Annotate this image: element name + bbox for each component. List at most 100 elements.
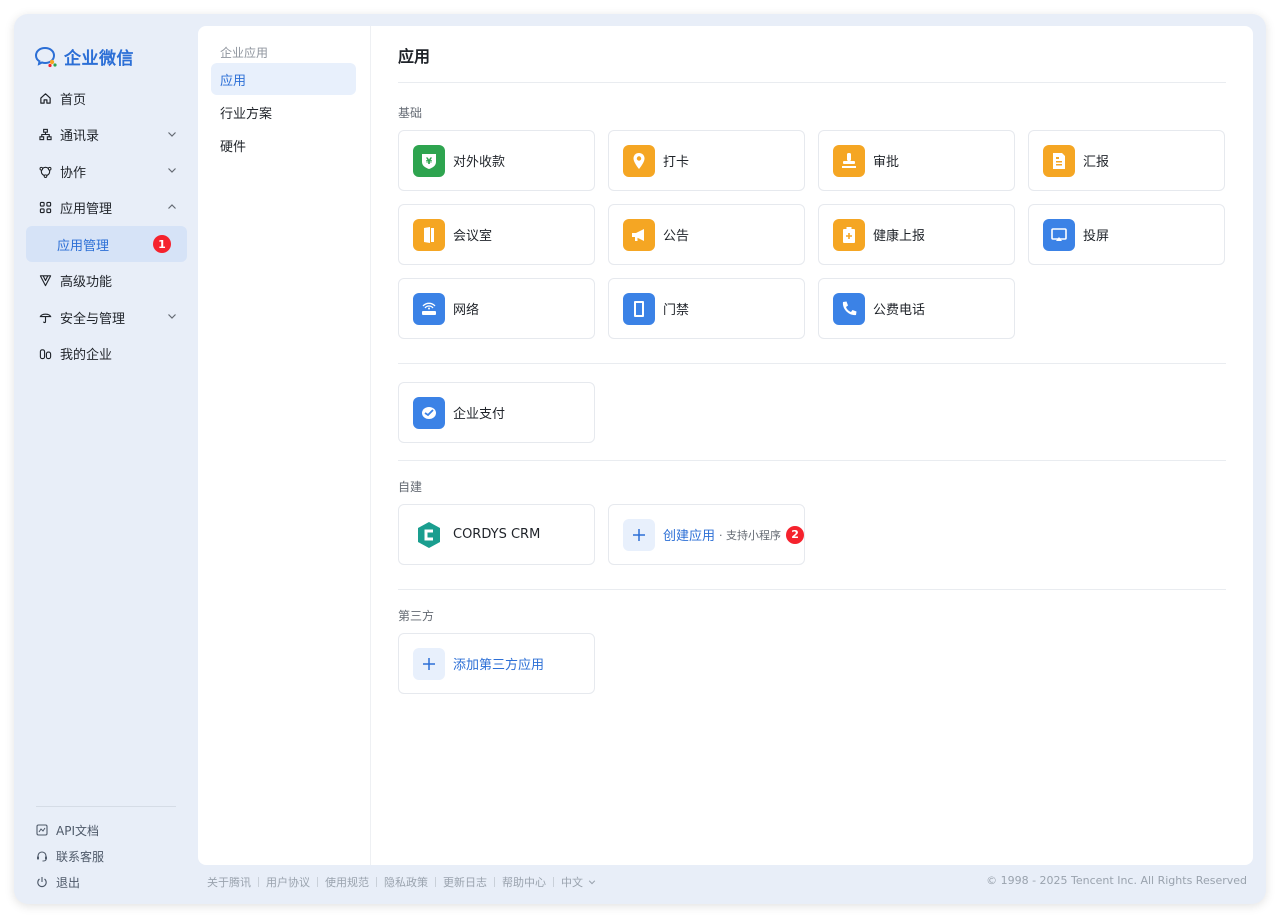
app-card-label: 汇报 [1083,155,1110,170]
footer-links: 关于腾讯 用户协议 使用规范 隐私政策 更新日志 帮助中心 中文 [207,874,596,890]
app-card-access-control[interactable]: 门禁 [608,278,805,339]
divider [398,460,1226,461]
collaboration-icon [38,164,52,178]
app-card-label: 门禁 [663,303,690,318]
subnav-item-apps[interactable]: 应用 [211,63,356,95]
apps-grid-icon [38,201,52,215]
sidebar-item-security[interactable]: 安全与管理 [26,299,187,335]
plus-icon [623,518,655,551]
app-card-label: CORDYS CRM [453,527,541,542]
router-icon [413,292,445,325]
payment-shield-icon: ¥ [413,144,445,177]
app-card-label: 会议室 [453,229,493,244]
footer-link-usage-rules[interactable]: 使用规范 [325,874,369,890]
door-icon [413,218,445,251]
app-card-label: 打卡 [663,155,690,170]
divider [398,82,1226,83]
sidebar-item-label: 应用管理 [57,238,110,254]
sidebar-item-label: 我的企业 [60,348,113,363]
contact-support-label: 联系客服 [56,849,105,864]
app-card-label: 健康上报 [873,229,926,244]
api-doc-label: API文档 [56,823,99,838]
footer-link-privacy[interactable]: 隐私政策 [384,874,428,890]
main-panel: 企业应用 应用 行业方案 硬件 应用 基础 ¥ 对外收款 打卡 审批 汇报 会议… [198,26,1253,865]
section-label-basic: 基础 [398,106,423,120]
sidebar-item-home[interactable]: 首页 [26,80,187,116]
app-card-report[interactable]: 汇报 [1028,130,1225,191]
subnav-item-hardware[interactable]: 硬件 [211,129,356,161]
sidebar-item-collaboration[interactable]: 协作 [26,153,187,189]
sidebar-nav: 首页 通讯录 协作 应用管理 应用管理 1 高级功能 安全与管理 我的企业 [26,80,187,372]
api-doc-icon [36,824,48,836]
app-card-check-in[interactable]: 打卡 [608,130,805,191]
app-card-screencast[interactable]: 投屏 [1028,204,1225,265]
app-card-enterprise-payment[interactable]: 企业支付 [398,382,595,443]
notification-badge: 2 [786,525,805,544]
add-third-party-app-button[interactable]: 添加第三方应用 [398,633,595,694]
notification-badge: 1 [153,235,171,253]
org-chart-icon [38,128,52,142]
footer-link-help-center[interactable]: 帮助中心 [502,874,546,890]
app-card-approval[interactable]: 审批 [818,130,1015,191]
logout-link[interactable]: 退出 [36,869,176,895]
sidebar: 企业微信 首页 通讯录 协作 应用管理 应用管理 1 高级功能 安全与管理 我的… [14,14,198,904]
chevron-down-icon [168,131,176,137]
chevron-down-icon [168,314,176,319]
sidebar-item-label: 应用管理 [60,202,113,217]
advanced-icon [38,274,52,288]
sidebar-item-label: 首页 [60,92,87,108]
access-door-icon [623,292,655,325]
app-card-health-report[interactable]: 健康上报 [818,204,1015,265]
contact-support-link[interactable]: 联系客服 [36,843,176,869]
footer-link-about[interactable]: 关于腾讯 [207,874,251,890]
footer: 关于腾讯 用户协议 使用规范 隐私政策 更新日志 帮助中心 中文 © 1998 … [207,874,1247,890]
app-card-network[interactable]: 网络 [398,278,595,339]
wecom-logo-icon [34,46,57,67]
app-card-external-payment[interactable]: ¥ 对外收款 [398,130,595,191]
app-card-meeting-room[interactable]: 会议室 [398,204,595,265]
app-card-business-phone[interactable]: 公费电话 [818,278,1015,339]
sidebar-item-app-management[interactable]: 应用管理 [26,190,187,226]
subnav-item-industry-solutions[interactable]: 行业方案 [211,96,356,128]
megaphone-icon [623,218,655,251]
sidebar-item-label: 高级功能 [60,275,113,290]
report-icon [1043,144,1075,177]
location-pin-icon [623,144,655,177]
footer-link-changelog[interactable]: 更新日志 [443,874,487,890]
chevron-down-icon [168,168,176,173]
app-card-announcement[interactable]: 公告 [608,204,805,265]
brand-name: 企业微信 [64,49,134,69]
sidebar-item-contacts[interactable]: 通讯录 [26,117,187,153]
footer-link-user-agreement[interactable]: 用户协议 [266,874,310,890]
sidebar-item-advanced[interactable]: 高级功能 [26,263,187,299]
app-card-label: 网络 [453,303,480,318]
plus-icon [413,647,445,680]
sidebar-subitem-app-management[interactable]: 应用管理 1 [26,226,187,262]
power-icon [36,876,48,888]
security-icon [38,310,52,324]
sidebar-item-label: 安全与管理 [60,311,126,327]
page-title: 应用 [398,47,431,66]
app-card-label: 公费电话 [873,303,926,318]
app-card-label: 企业支付 [453,407,506,422]
app-card-cordys-crm[interactable]: CORDYS CRM [398,504,595,565]
secondary-nav-title: 企业应用 [220,46,269,60]
chevron-down-icon [588,880,596,885]
app-card-label: 投屏 [1083,229,1110,244]
create-app-button[interactable]: 创建应用 · 支持小程序 2 [608,504,805,565]
api-doc-link[interactable]: API文档 [36,817,176,843]
sidebar-item-label: 通讯录 [60,129,100,144]
chevron-up-icon [168,203,176,209]
stamp-icon [833,144,865,177]
phone-icon [833,292,865,325]
section-label-custom: 自建 [398,480,423,494]
copyright: © 1998 - 2025 Tencent Inc. All Rights Re… [986,874,1247,887]
brand-logo[interactable]: 企业微信 [34,44,134,69]
screencast-icon [1043,218,1075,251]
language-selector[interactable]: 中文 [561,874,596,890]
enterprise-icon [38,347,52,361]
svg-text:¥: ¥ [426,157,433,167]
sidebar-item-enterprise[interactable]: 我的企业 [26,336,187,372]
secondary-nav: 企业应用 应用 行业方案 硬件 [198,26,371,865]
create-app-sublabel: · 支持小程序 [719,528,782,542]
